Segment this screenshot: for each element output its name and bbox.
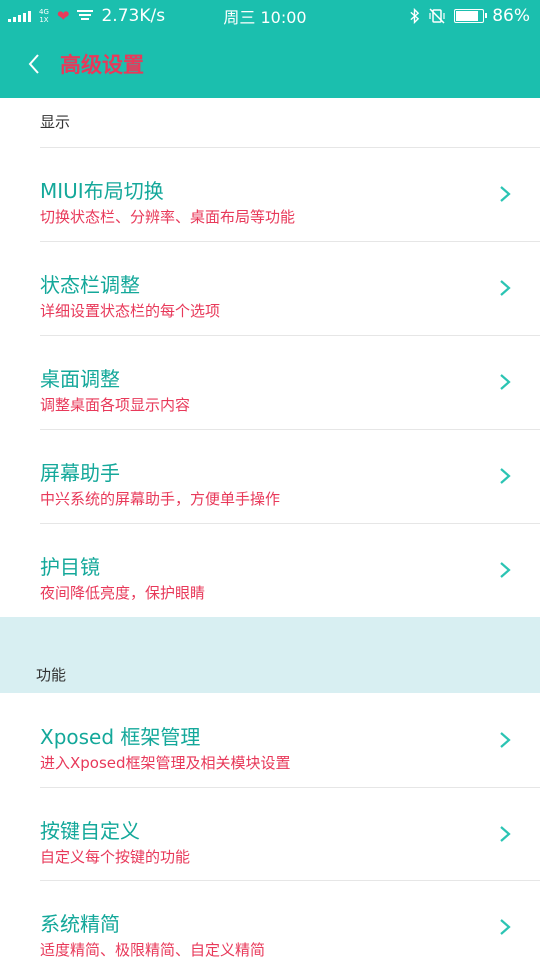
status-right: 86% (409, 0, 530, 32)
battery-fill (456, 11, 479, 21)
chevron-right-icon (500, 826, 511, 842)
divider (40, 787, 540, 788)
chevron-right-icon (500, 186, 511, 202)
chevron-left-icon (28, 54, 39, 74)
status-time: 10:00 (260, 8, 307, 27)
chevron-right-icon (500, 919, 511, 935)
item-title: 按键自定义 (40, 819, 140, 843)
item-title: Xposed 框架管理 (40, 725, 201, 749)
item-title: MIUI布局切换 (40, 179, 164, 203)
section-header-display: 显示 (40, 113, 71, 131)
chevron-right-icon (500, 280, 511, 296)
item-subtitle: 调整桌面各项显示内容 (40, 396, 191, 414)
divider (40, 241, 540, 242)
list-item-miui-layout[interactable]: MIUI布局切换 切换状态栏、分辨率、桌面布局等功能 (0, 147, 540, 241)
divider (40, 880, 540, 881)
divider (40, 523, 540, 524)
vibrate-off-icon (429, 8, 445, 24)
section-header-function: 功能 (36, 666, 67, 684)
item-subtitle: 切换状态栏、分辨率、桌面布局等功能 (40, 208, 296, 226)
battery-percent: 86% (492, 6, 530, 26)
divider (40, 335, 540, 336)
status-clock: 周三 10:00 (223, 4, 306, 28)
item-subtitle: 进入Xposed框架管理及相关模块设置 (40, 754, 291, 772)
app-bar: 高级设置 (0, 32, 540, 98)
page-title: 高级设置 (60, 53, 144, 77)
list-item-screen-assistant[interactable]: 屏幕助手 中兴系统的屏幕助手，方便单手操作 (0, 429, 540, 523)
divider (40, 429, 540, 430)
list-item-system-slim[interactable]: 系统精简 适度精简、极限精简、自定义精简 (0, 880, 540, 960)
item-title: 桌面调整 (40, 367, 120, 391)
chevron-right-icon (500, 374, 511, 390)
battery-icon (454, 9, 488, 23)
item-title: 护目镜 (40, 555, 100, 579)
item-title: 系统精简 (40, 912, 120, 936)
list-item-statusbar[interactable]: 状态栏调整 详细设置状态栏的每个选项 (0, 241, 540, 335)
chevron-right-icon (500, 732, 511, 748)
item-subtitle: 自定义每个按键的功能 (40, 848, 191, 866)
chevron-right-icon (500, 468, 511, 484)
list-item-eye-protection[interactable]: 护目镜 夜间降低亮度，保护眼睛 (0, 523, 540, 617)
item-subtitle: 夜间降低亮度，保护眼睛 (40, 584, 206, 602)
list-item-desktop[interactable]: 桌面调整 调整桌面各项显示内容 (0, 335, 540, 429)
item-subtitle: 中兴系统的屏幕助手，方便单手操作 (40, 490, 281, 508)
chevron-right-icon (500, 562, 511, 578)
back-button[interactable] (16, 44, 52, 84)
battery-tip (485, 13, 488, 18)
status-bar: 4G 1X ❤ 2.73K/s 周三 10:00 86% (0, 0, 540, 32)
status-day: 周三 (223, 8, 256, 27)
bluetooth-icon (410, 8, 420, 24)
item-title: 屏幕助手 (40, 461, 120, 485)
item-title: 状态栏调整 (40, 273, 140, 297)
divider (40, 147, 540, 148)
list-item-key-custom[interactable]: 按键自定义 自定义每个按键的功能 (0, 787, 540, 881)
item-subtitle: 详细设置状态栏的每个选项 (40, 302, 221, 320)
screen: 4G 1X ❤ 2.73K/s 周三 10:00 86% 高级设置 显示 MIU… (0, 0, 540, 960)
item-subtitle: 适度精简、极限精简、自定义精简 (40, 941, 266, 959)
list-item-xposed[interactable]: Xposed 框架管理 进入Xposed框架管理及相关模块设置 (0, 693, 540, 787)
